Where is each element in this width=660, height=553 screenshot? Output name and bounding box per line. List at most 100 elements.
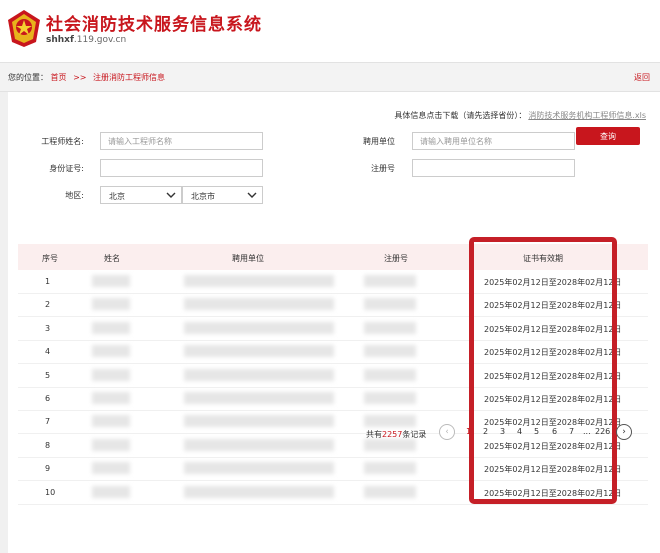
province-select[interactable]: 北京 xyxy=(100,186,182,204)
row-validity: 2025年02月12日至2028年02月12日 xyxy=(484,278,622,287)
redacted-employer xyxy=(184,275,334,287)
employer-input[interactable] xyxy=(412,132,575,150)
redacted-name xyxy=(92,345,130,358)
redacted-registration xyxy=(364,462,416,475)
page-6[interactable]: 6 xyxy=(552,427,557,436)
breadcrumb-bar: 您的位置： 首页 >> 注册消防工程师信息 返回 xyxy=(0,62,660,92)
redacted-registration xyxy=(364,485,416,498)
page-7[interactable]: 7 xyxy=(569,427,574,436)
row-index: 5 xyxy=(45,370,51,380)
redacted-registration xyxy=(364,392,416,404)
col-header-validity: 证书有效期 xyxy=(523,254,563,263)
row-validity: 2025年02月12日至2028年02月12日 xyxy=(484,465,622,475)
page-1[interactable]: 1 xyxy=(466,427,471,436)
redacted-name xyxy=(92,298,130,311)
page-3[interactable]: 3 xyxy=(500,427,505,436)
city-select[interactable]: 北京市 xyxy=(182,186,263,204)
page-ellipsis: ... xyxy=(583,427,591,436)
redacted-registration xyxy=(364,275,416,287)
redacted-employer xyxy=(184,415,334,428)
table-row: 6 2025年02月12日至2028年02月12日 xyxy=(18,387,648,411)
breadcrumb: 您的位置： 首页 >> 注册消防工程师信息 xyxy=(8,72,165,83)
province-value: 北京 xyxy=(109,192,125,201)
table-row: 9 2025年02月12日至2028年02月12日 xyxy=(18,457,648,482)
table-header: 序号 姓名 聘用单位 注册号 证书有效期 xyxy=(18,244,648,270)
download-info: 具体信息点击下载（请先选择省份）： 消防技术服务机构工程师信息.xls xyxy=(394,110,646,121)
row-index: 1 xyxy=(45,277,51,286)
redacted-employer xyxy=(184,485,334,498)
table-row: 10 2025年02月12日至2028年02月12日 xyxy=(18,481,648,505)
redacted-name xyxy=(92,275,130,287)
row-validity: 2025年02月12日至2028年02月12日 xyxy=(484,371,622,381)
table-row: 5 2025年02月12日至2028年02月12日 xyxy=(18,364,648,388)
region-label: 地区: xyxy=(65,191,84,200)
download-text: 具体信息点击下载（请先选择省份）： xyxy=(394,111,527,120)
fire-emblem-logo xyxy=(8,10,40,47)
redacted-employer xyxy=(184,462,334,475)
redacted-registration xyxy=(364,368,416,381)
download-file-link[interactable]: 消防技术服务机构工程师信息.xls xyxy=(528,111,646,120)
row-index: 10 xyxy=(45,487,56,497)
registration-number-input[interactable] xyxy=(412,159,575,177)
site-title: 社会消防技术服务信息系统 xyxy=(46,15,262,35)
chevron-down-icon xyxy=(166,192,176,198)
breadcrumb-separator: >> xyxy=(73,73,87,82)
row-index: 2 xyxy=(45,300,51,310)
row-validity: 2025年02月12日至2028年02月12日 xyxy=(484,348,622,358)
engineer-name-label: 工程师姓名: xyxy=(41,137,84,146)
row-index: 7 xyxy=(45,417,51,427)
redacted-name xyxy=(92,485,130,498)
site-header: 社会消防技术服务信息系统 shhxf.119.gov.cn xyxy=(0,0,660,62)
redacted-name xyxy=(92,438,130,451)
city-value: 北京市 xyxy=(191,192,215,201)
redacted-employer xyxy=(184,321,334,334)
page-last[interactable]: 226 xyxy=(595,427,610,436)
breadcrumb-prefix: 您的位置： xyxy=(8,73,48,82)
redacted-name xyxy=(92,392,130,404)
back-link[interactable]: 返回 xyxy=(634,72,650,83)
redacted-name xyxy=(92,415,130,428)
row-validity: 2025年02月12日至2028年02月12日 xyxy=(484,488,622,498)
row-validity: 2025年02月12日至2028年02月12日 xyxy=(484,324,622,334)
registration-number-label: 注册号 xyxy=(371,164,395,173)
row-index: 9 xyxy=(45,464,51,474)
row-index: 8 xyxy=(45,440,51,450)
breadcrumb-current[interactable]: 注册消防工程师信息 xyxy=(93,73,165,82)
row-validity: 2025年02月12日至2028年02月12日 xyxy=(484,301,622,311)
total-count: 2257 xyxy=(382,430,403,439)
redacted-name xyxy=(92,462,130,475)
page-4[interactable]: 4 xyxy=(517,427,522,436)
redacted-registration xyxy=(364,298,416,311)
table-row: 2 2025年02月12日至2028年02月12日 xyxy=(18,293,648,318)
row-index: 3 xyxy=(45,323,51,333)
redacted-name xyxy=(92,368,130,381)
table-row: 4 2025年02月12日至2028年02月12日 xyxy=(18,340,648,365)
total-records: 共有2257条记录 xyxy=(366,430,427,439)
prev-page-button[interactable]: ‹ xyxy=(439,424,455,440)
employer-label: 聘用单位 xyxy=(363,137,395,146)
row-index: 4 xyxy=(45,347,51,357)
col-header-employer: 聘用单位 xyxy=(232,254,264,263)
redacted-employer xyxy=(184,368,334,381)
row-index: 6 xyxy=(45,394,51,403)
page-5[interactable]: 5 xyxy=(534,427,539,436)
breadcrumb-home-link[interactable]: 首页 xyxy=(51,73,67,82)
id-number-label: 身份证号: xyxy=(49,164,84,173)
site-domain: shhxf.119.gov.cn xyxy=(46,35,127,45)
page-2[interactable]: 2 xyxy=(483,427,488,436)
redacted-employer xyxy=(184,345,334,358)
pagination: 共有2257条记录 ‹ 1 2 3 4 5 6 7 ... 226 › xyxy=(362,424,652,444)
col-header-registration: 注册号 xyxy=(384,254,408,263)
id-number-input[interactable] xyxy=(100,159,263,177)
redacted-registration xyxy=(364,321,416,334)
redacted-employer xyxy=(184,392,334,404)
next-page-button[interactable]: › xyxy=(616,424,632,440)
query-button[interactable]: 查询 xyxy=(576,127,640,145)
table-row: 3 2025年02月12日至2028年02月12日 xyxy=(18,317,648,341)
col-header-name: 姓名 xyxy=(104,254,120,263)
table-row: 1 2025年02月12日至2028年02月12日 xyxy=(18,270,648,294)
col-header-index: 序号 xyxy=(42,254,58,263)
engineer-name-input[interactable] xyxy=(100,132,263,150)
redacted-registration xyxy=(364,345,416,358)
redacted-employer xyxy=(184,298,334,311)
